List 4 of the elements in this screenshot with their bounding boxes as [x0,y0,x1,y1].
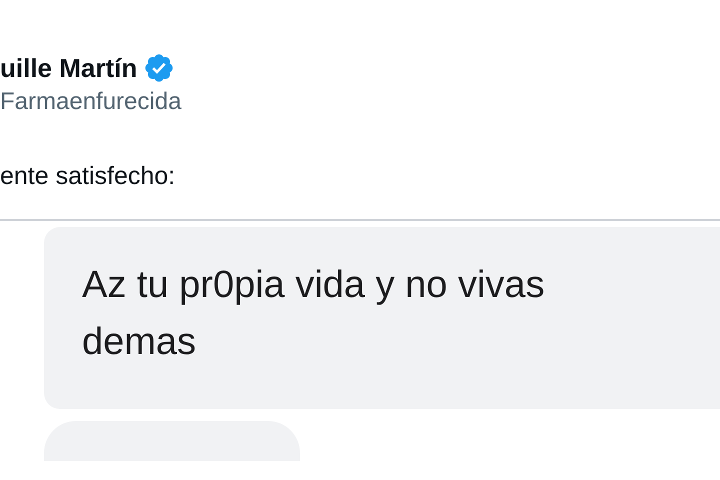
author-handle[interactable]: Farmaenfurecida [0,88,720,116]
author-name[interactable]: uille Martín [0,52,138,84]
message-text: Az tu pr0pia vida y no vivas demas [82,263,546,365]
tweet-text: ente satisfecho: [0,162,176,191]
